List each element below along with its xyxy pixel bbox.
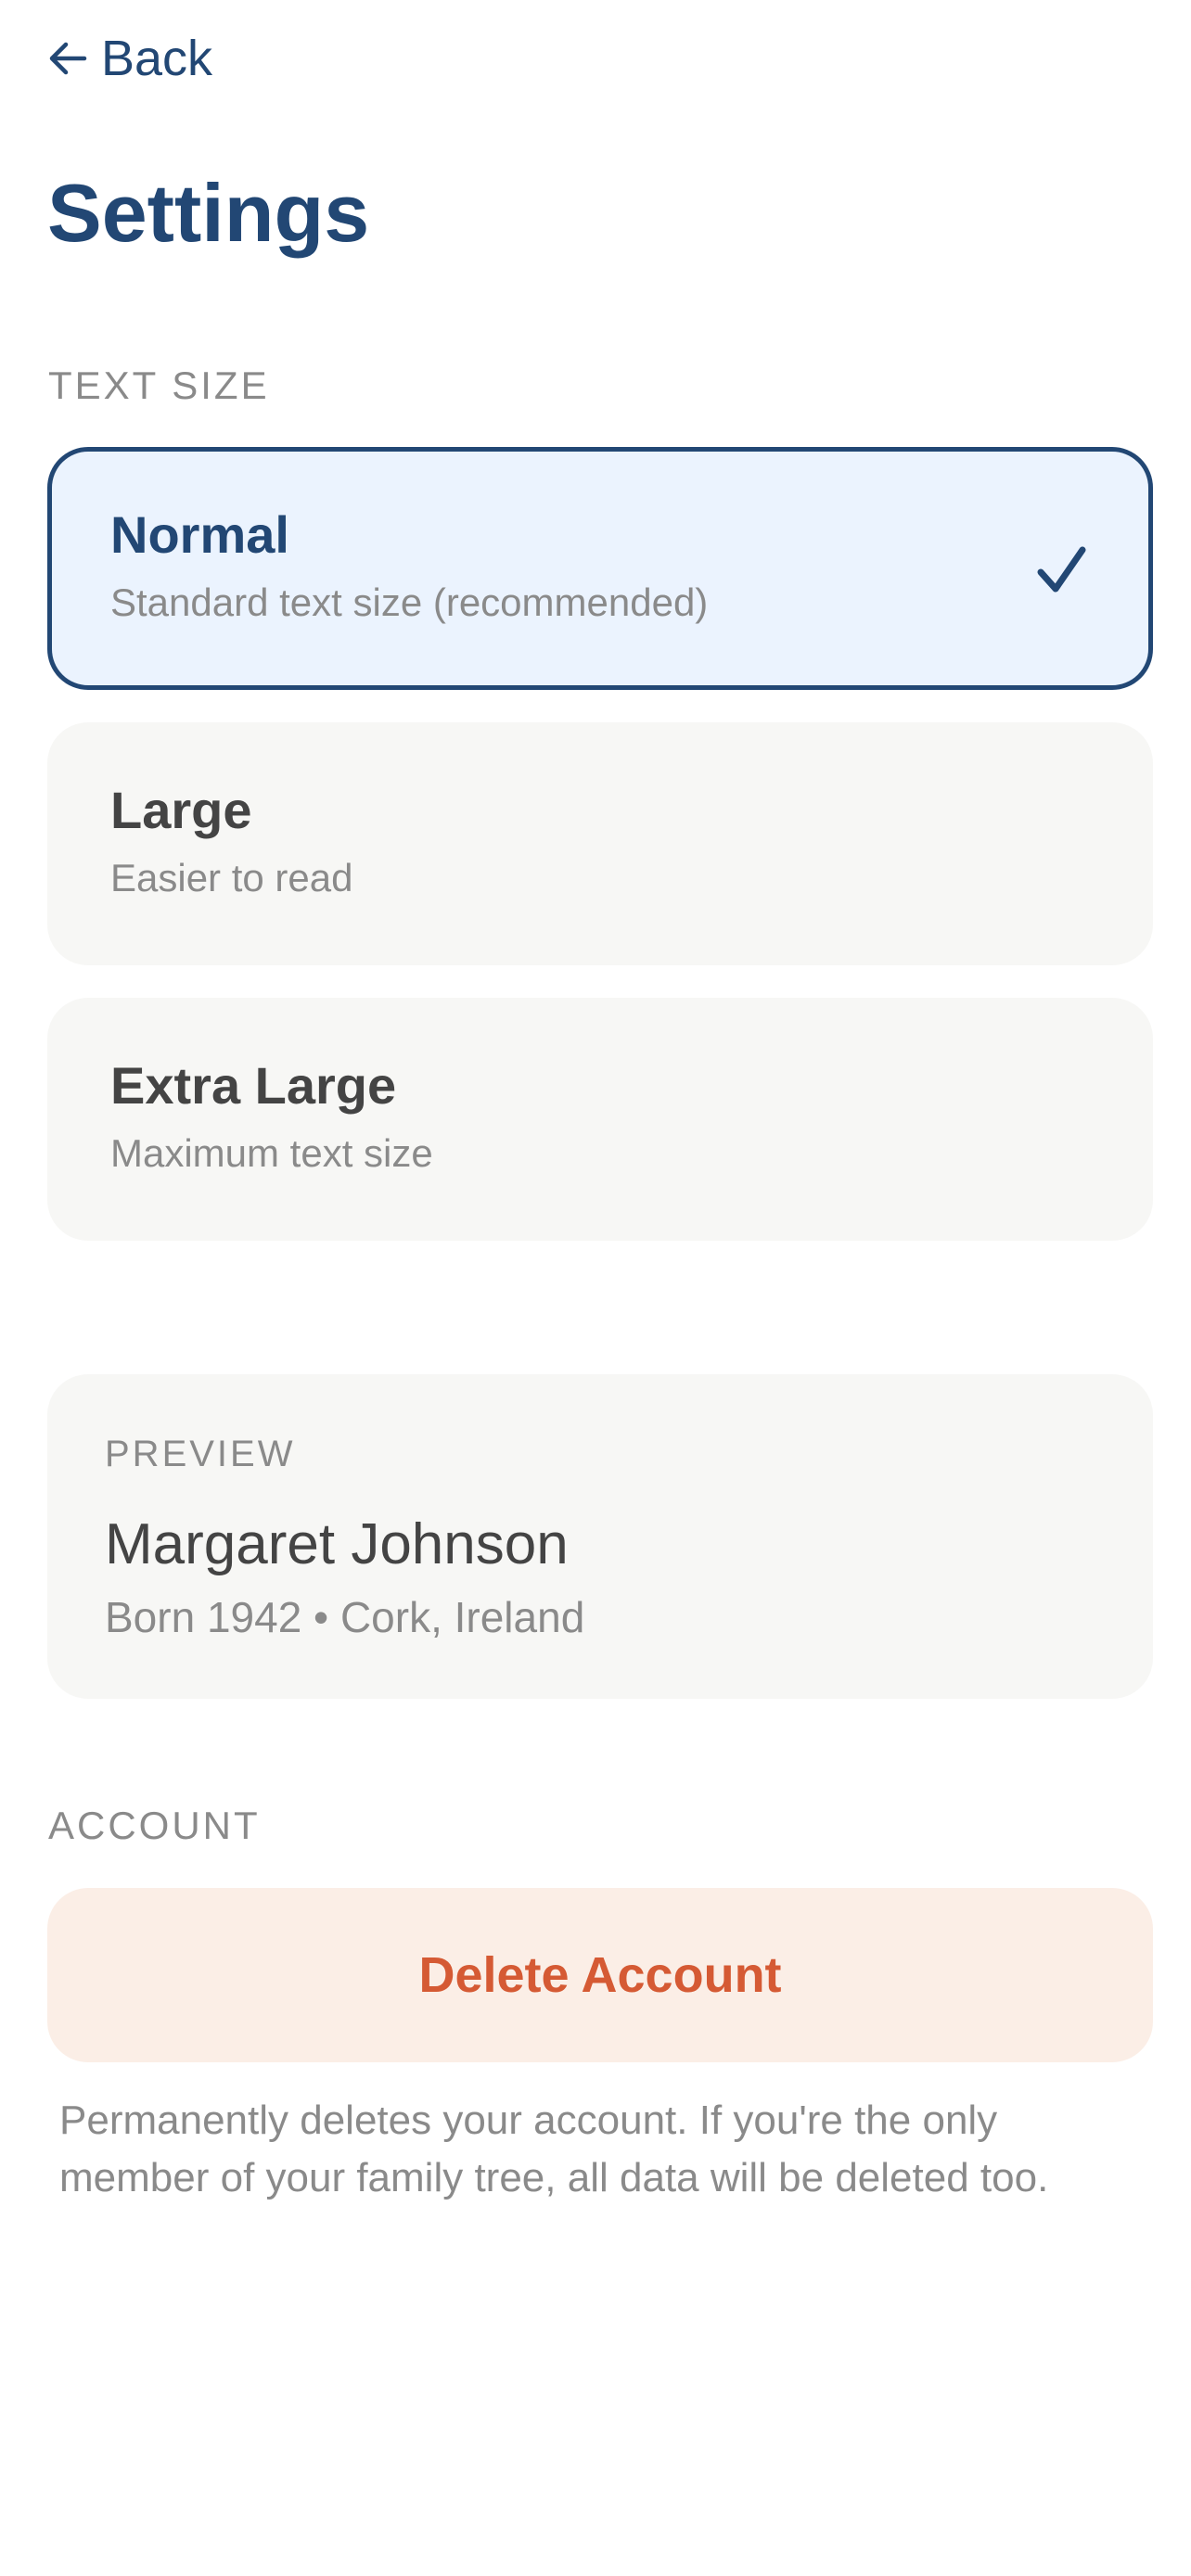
option-title: Normal bbox=[110, 505, 289, 564]
page-title: Settings bbox=[47, 167, 370, 259]
delete-account-note: Permanently deletes your account. If you… bbox=[59, 2098, 1049, 2200]
option-description: Easier to read bbox=[110, 856, 353, 899]
arrow-left-icon bbox=[47, 40, 88, 77]
delete-account-button[interactable]: Delete Account bbox=[47, 1888, 1153, 2062]
checkmark-icon bbox=[1035, 544, 1087, 601]
preview-meta: Born 1942 • Cork, Ireland bbox=[105, 1593, 585, 1641]
text-size-option-normal[interactable]: Normal Standard text size (recommended) bbox=[47, 447, 1153, 690]
option-description: Standard text size (recommended) bbox=[110, 580, 709, 624]
text-size-option-large[interactable]: Large Easier to read bbox=[47, 722, 1153, 965]
preview-label: PREVIEW bbox=[105, 1434, 296, 1474]
preview-name: Margaret Johnson bbox=[105, 1512, 569, 1576]
preview-card: PREVIEW Margaret Johnson Born 1942 • Cor… bbox=[47, 1374, 1153, 1699]
back-label: Back bbox=[101, 31, 213, 86]
text-size-option-extra-large[interactable]: Extra Large Maximum text size bbox=[47, 998, 1153, 1241]
option-description: Maximum text size bbox=[110, 1131, 433, 1175]
account-section-label: ACCOUNT bbox=[48, 1804, 261, 1847]
back-button[interactable]: Back bbox=[47, 26, 212, 91]
option-title: Extra Large bbox=[110, 1056, 397, 1115]
option-title: Large bbox=[110, 781, 252, 839]
text-size-section-label: TEXT SIZE bbox=[48, 363, 270, 407]
